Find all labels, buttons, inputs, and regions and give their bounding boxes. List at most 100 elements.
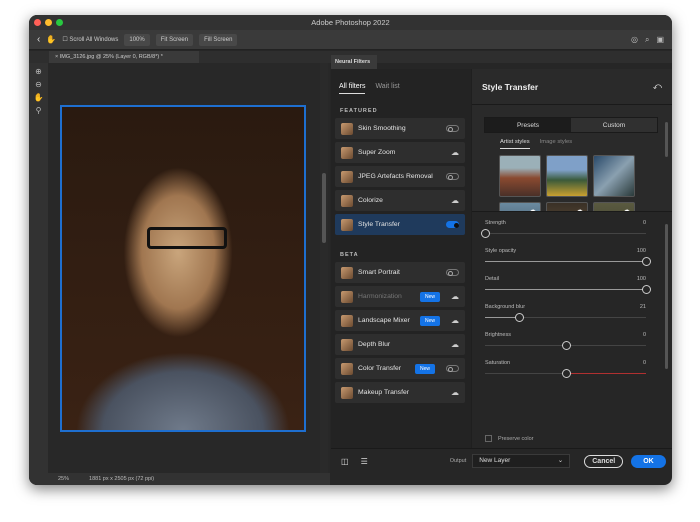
filter-item[interactable]: Harmonization New ☁ (335, 286, 465, 307)
workspace-icon[interactable]: ▣ (656, 35, 664, 45)
slider-track[interactable] (485, 369, 646, 378)
slider-fill (485, 261, 646, 262)
title-bar: Adobe Photoshop 2022 (29, 15, 672, 30)
zoom-in-icon[interactable]: ⊕ (35, 67, 42, 76)
filter-toggle[interactable] (446, 173, 459, 180)
presets-tab[interactable]: Presets (485, 118, 571, 132)
hand-icon[interactable]: ✋ (46, 35, 56, 44)
cloud-download-icon[interactable]: ☁ (451, 148, 459, 157)
slider-value: 0 (642, 332, 646, 338)
close-button[interactable] (34, 19, 41, 26)
cloud-download-icon[interactable]: ☁ (451, 340, 459, 349)
slider-row: Brightness 0 (485, 324, 662, 352)
minimize-button[interactable] (45, 19, 52, 26)
slider-value: 100 (636, 248, 646, 254)
style-preset[interactable] (546, 155, 588, 197)
filter-item[interactable]: Color Transfer New (335, 358, 465, 379)
style-preset[interactable] (499, 155, 541, 197)
hand-tool-icon[interactable]: ✋ (34, 93, 44, 102)
filter-item[interactable]: Smart Portrait (335, 262, 465, 283)
filter-thumbnail (341, 194, 353, 207)
ok-button[interactable]: OK (631, 454, 666, 468)
filter-toggle[interactable] (446, 221, 459, 228)
status-bar: 25% 1881 px x 2505 px (72 ppi) (48, 473, 330, 485)
filter-toggle[interactable] (446, 125, 459, 132)
document-tab[interactable]: × IMG_3126.jpg @ 25% (Layer 0, RGB/8*) * (49, 51, 199, 63)
back-icon[interactable]: ‹ (37, 34, 40, 45)
artist-styles-tab[interactable]: Artist styles (500, 139, 530, 149)
tab-wait-list[interactable]: Wait list (375, 83, 399, 94)
slider-row: Strength 0 (481, 212, 662, 240)
layers-icon[interactable]: ☰ (361, 457, 368, 466)
settings-scrollbar[interactable] (665, 224, 668, 369)
search-icon[interactable]: ⌕ (645, 35, 649, 45)
filter-thumbnail (341, 338, 353, 351)
image-styles-tab[interactable]: Image styles (540, 139, 573, 149)
presets-scrollbar[interactable] (665, 122, 668, 157)
canvas-scrollbar[interactable] (320, 63, 328, 473)
slider-value: 0 (642, 220, 646, 226)
filter-toggle[interactable] (446, 365, 459, 372)
user-icon[interactable]: ◎ (631, 35, 638, 45)
cloud-download-icon[interactable]: ☁ (451, 196, 459, 205)
style-preset[interactable] (593, 155, 635, 197)
filter-toggle[interactable] (446, 269, 459, 276)
slider-handle[interactable] (642, 257, 651, 266)
slider-row: Detail 100 (485, 268, 662, 296)
neural-filters-tab[interactable]: Neural Filters (331, 55, 377, 69)
slider-track[interactable] (485, 285, 651, 294)
filter-item[interactable]: Makeup Transfer ☁ (335, 382, 465, 403)
filter-item[interactable]: JPEG Artefacts Removal (335, 166, 465, 187)
compare-icon[interactable]: ◫ (341, 457, 349, 466)
zoom-100-button[interactable]: 100% (124, 33, 150, 46)
preserve-color-checkbox[interactable]: Preserve color (485, 435, 533, 442)
zoom-level: 25% (58, 476, 70, 482)
zoom-out-icon[interactable]: ⊖ (35, 80, 42, 89)
tab-all-filters[interactable]: All filters (339, 83, 366, 94)
portrait-image (60, 105, 306, 432)
slider-handle[interactable] (514, 313, 524, 322)
slider-handle[interactable] (561, 369, 571, 378)
featured-heading: FEATURED (340, 108, 378, 114)
output-select[interactable]: New Layer ⌄ (472, 454, 571, 468)
slider-handle[interactable] (561, 341, 571, 350)
scroll-all-label: Scroll All Windows (69, 37, 119, 43)
filter-label: Landscape Mixer (358, 317, 410, 324)
cloud-download-icon[interactable]: ☁ (451, 316, 459, 325)
filter-thumbnail (341, 362, 353, 375)
scroll-all-windows-checkbox[interactable]: ☐ Scroll All Windows (62, 36, 118, 43)
filter-item[interactable]: Colorize ☁ (335, 190, 465, 211)
filter-thumbnail (341, 170, 353, 183)
filter-item[interactable]: Super Zoom ☁ (335, 142, 465, 163)
cloud-download-icon[interactable]: ☁ (451, 292, 459, 301)
filter-thumbnail (341, 266, 353, 279)
slider-track[interactable] (485, 257, 651, 266)
zoom-tool-icon[interactable]: ⚲ (36, 106, 42, 115)
slider-label: Background blur (485, 304, 526, 310)
zoom-button[interactable] (56, 19, 63, 26)
filter-label: Style Transfer (358, 221, 400, 228)
custom-tab[interactable]: Custom (571, 118, 657, 132)
cloud-download-icon[interactable]: ☁ (451, 388, 459, 397)
document-size: 1881 px x 2505 px (72 ppi) (89, 476, 155, 482)
filter-label: Colorize (358, 197, 383, 204)
fit-screen-button[interactable]: Fit Screen (155, 33, 194, 46)
canvas[interactable] (48, 63, 330, 473)
filter-label: JPEG Artefacts Removal (358, 173, 433, 180)
filter-item[interactable]: Skin Smoothing (335, 118, 465, 139)
filter-list: All filters Wait list FEATURED Skin Smoot… (331, 69, 471, 448)
slider-track[interactable] (485, 341, 646, 350)
filter-item[interactable]: Landscape Mixer New ☁ (335, 310, 465, 331)
cancel-button[interactable]: Cancel (584, 454, 624, 468)
slider-track[interactable] (481, 229, 646, 238)
filter-item[interactable]: Style Transfer (335, 214, 465, 235)
slider-track[interactable] (485, 313, 646, 322)
slider-handle[interactable] (481, 229, 490, 238)
slider-value: 100 (636, 276, 646, 282)
new-badge: New (419, 291, 440, 302)
filter-item[interactable]: Depth Blur ☁ (335, 334, 465, 355)
reset-icon[interactable]: ⤺ (653, 81, 662, 92)
chevron-down-icon: ⌄ (557, 457, 564, 464)
slider-handle[interactable] (642, 285, 651, 294)
fill-screen-button[interactable]: Fill Screen (199, 33, 238, 46)
